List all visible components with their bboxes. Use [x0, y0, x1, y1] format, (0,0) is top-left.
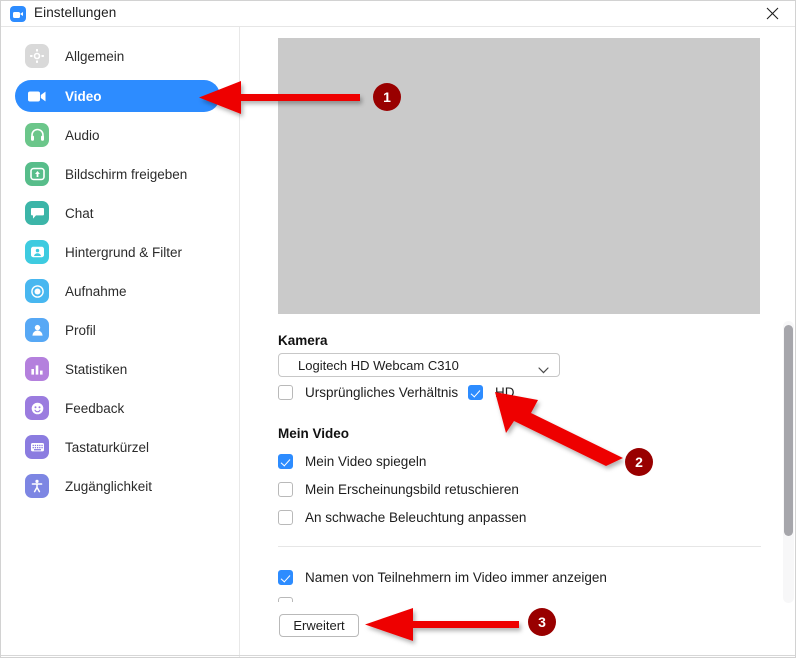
sidebar-item-profil[interactable]: Profil: [15, 314, 220, 346]
checkbox-label: Mein Erscheinungsbild retuschieren: [305, 482, 519, 497]
camera-preview: [278, 38, 760, 314]
background-filter-icon: [25, 240, 49, 264]
sidebar-item-label: Profil: [65, 322, 96, 338]
gear-icon: [25, 44, 49, 68]
sidebar-item-label: Aufnahme: [65, 283, 127, 299]
zoom-video-icon: [10, 6, 26, 22]
window-title: Einstellungen: [34, 5, 117, 20]
checkbox-hd[interactable]: [468, 385, 483, 400]
sidebar-item-label: Audio: [65, 127, 100, 143]
window-bottom-border: [1, 655, 795, 656]
checkbox-row-schwache-beleuchtung[interactable]: An schwache Beleuchtung anpassen: [278, 510, 526, 525]
camera-select-value: Logitech HD Webcam C310: [298, 357, 459, 373]
sidebar-item-label: Bildschirm freigeben: [65, 166, 188, 182]
checkbox-row-mein-video-spiegeln[interactable]: Mein Video spiegeln: [278, 454, 426, 469]
content-scrollbar-track[interactable]: [783, 321, 794, 603]
sidebar-item-allgemein[interactable]: Allgemein: [15, 40, 220, 72]
checkbox-label: An schwache Beleuchtung anpassen: [305, 510, 527, 525]
share-screen-icon: [25, 162, 49, 186]
checkbox-label: Mein Video spiegeln: [305, 454, 427, 469]
sidebar-item-aufnahme[interactable]: Aufnahme: [15, 275, 220, 307]
chevron-down-icon: [538, 361, 549, 379]
smiley-icon: [25, 396, 49, 420]
sidebar-item-zugaenglichkeit[interactable]: Zugänglichkeit: [15, 470, 220, 502]
bar-chart-icon: [25, 357, 49, 381]
camera-select[interactable]: Logitech HD Webcam C310: [278, 353, 560, 377]
checkbox-row-namen-von-teilnehmern[interactable]: Namen von Teilnehmern im Video immer anz…: [278, 570, 607, 585]
keyboard-icon: [25, 435, 49, 459]
sidebar-item-label: Zugänglichkeit: [65, 478, 153, 494]
checkbox-mein-video-spiegeln[interactable]: [278, 454, 293, 469]
checkbox-row-hd[interactable]: HD: [468, 385, 515, 400]
sidebar-item-label: Feedback: [65, 400, 125, 416]
sidebar-item-hintergrund-filter[interactable]: Hintergrund & Filter: [15, 236, 220, 268]
sidebar-item-label: Tastaturkürzel: [65, 439, 150, 455]
annotation-badge-2: 2: [625, 448, 653, 476]
sidebar-item-label: Chat: [65, 205, 94, 221]
settings-sidebar: Allgemein Video Audio Bildschirm freigeb…: [1, 27, 240, 657]
advanced-button[interactable]: Erweitert: [279, 614, 359, 637]
close-icon[interactable]: [750, 1, 795, 26]
sidebar-item-chat[interactable]: Chat: [15, 197, 220, 229]
video-camera-icon: [25, 84, 49, 108]
annotation-badge-1: 1: [373, 83, 401, 111]
panel-footer: Erweitert: [241, 602, 795, 657]
settings-window: Einstellungen Allgemein Video Audio Bild…: [0, 0, 796, 658]
content-scrollbar-thumb[interactable]: [784, 325, 793, 536]
checkbox-label: Ursprüngliches Verhältnis: [305, 385, 459, 400]
sidebar-item-statistiken[interactable]: Statistiken: [15, 353, 220, 385]
sidebar-item-bildschirm-freigeben[interactable]: Bildschirm freigeben: [15, 158, 220, 190]
checkbox-schwache-beleuchtung[interactable]: [278, 510, 293, 525]
sidebar-item-label: Video: [65, 88, 102, 104]
record-icon: [25, 279, 49, 303]
video-settings-panel: Kamera Logitech HD Webcam C310 Ursprüngl…: [241, 27, 795, 657]
sidebar-item-label: Allgemein: [65, 48, 125, 64]
my-video-section-heading: Mein Video: [278, 426, 350, 441]
headphones-icon: [25, 123, 49, 147]
sidebar-item-feedback[interactable]: Feedback: [15, 392, 220, 424]
sidebar-item-label: Statistiken: [65, 361, 128, 377]
checkbox-erscheinungsbild-retuschieren[interactable]: [278, 482, 293, 497]
sidebar-item-video[interactable]: Video: [15, 80, 220, 112]
checkbox-label: Namen von Teilnehmern im Video immer anz…: [305, 570, 607, 585]
checkbox-ursprungliches-verhaltnis[interactable]: [278, 385, 293, 400]
checkbox-namen-von-teilnehmern[interactable]: [278, 570, 293, 585]
section-divider: [278, 546, 761, 547]
checkbox-label: HD: [495, 385, 515, 400]
sidebar-item-tastaturkuerzel[interactable]: Tastaturkürzel: [15, 431, 220, 463]
checkbox-row-ursprungliches-verhaltnis[interactable]: Ursprüngliches Verhältnis: [278, 385, 458, 400]
annotation-badge-3: 3: [528, 608, 556, 636]
accessibility-icon: [25, 474, 49, 498]
profile-icon: [25, 318, 49, 342]
checkbox-row-erscheinungsbild-retuschieren[interactable]: Mein Erscheinungsbild retuschieren: [278, 482, 519, 497]
chat-bubble-icon: [25, 201, 49, 225]
camera-section-heading: Kamera: [278, 333, 328, 348]
sidebar-item-audio[interactable]: Audio: [15, 119, 220, 151]
title-bar: Einstellungen: [1, 1, 795, 27]
sidebar-item-label: Hintergrund & Filter: [65, 244, 183, 260]
